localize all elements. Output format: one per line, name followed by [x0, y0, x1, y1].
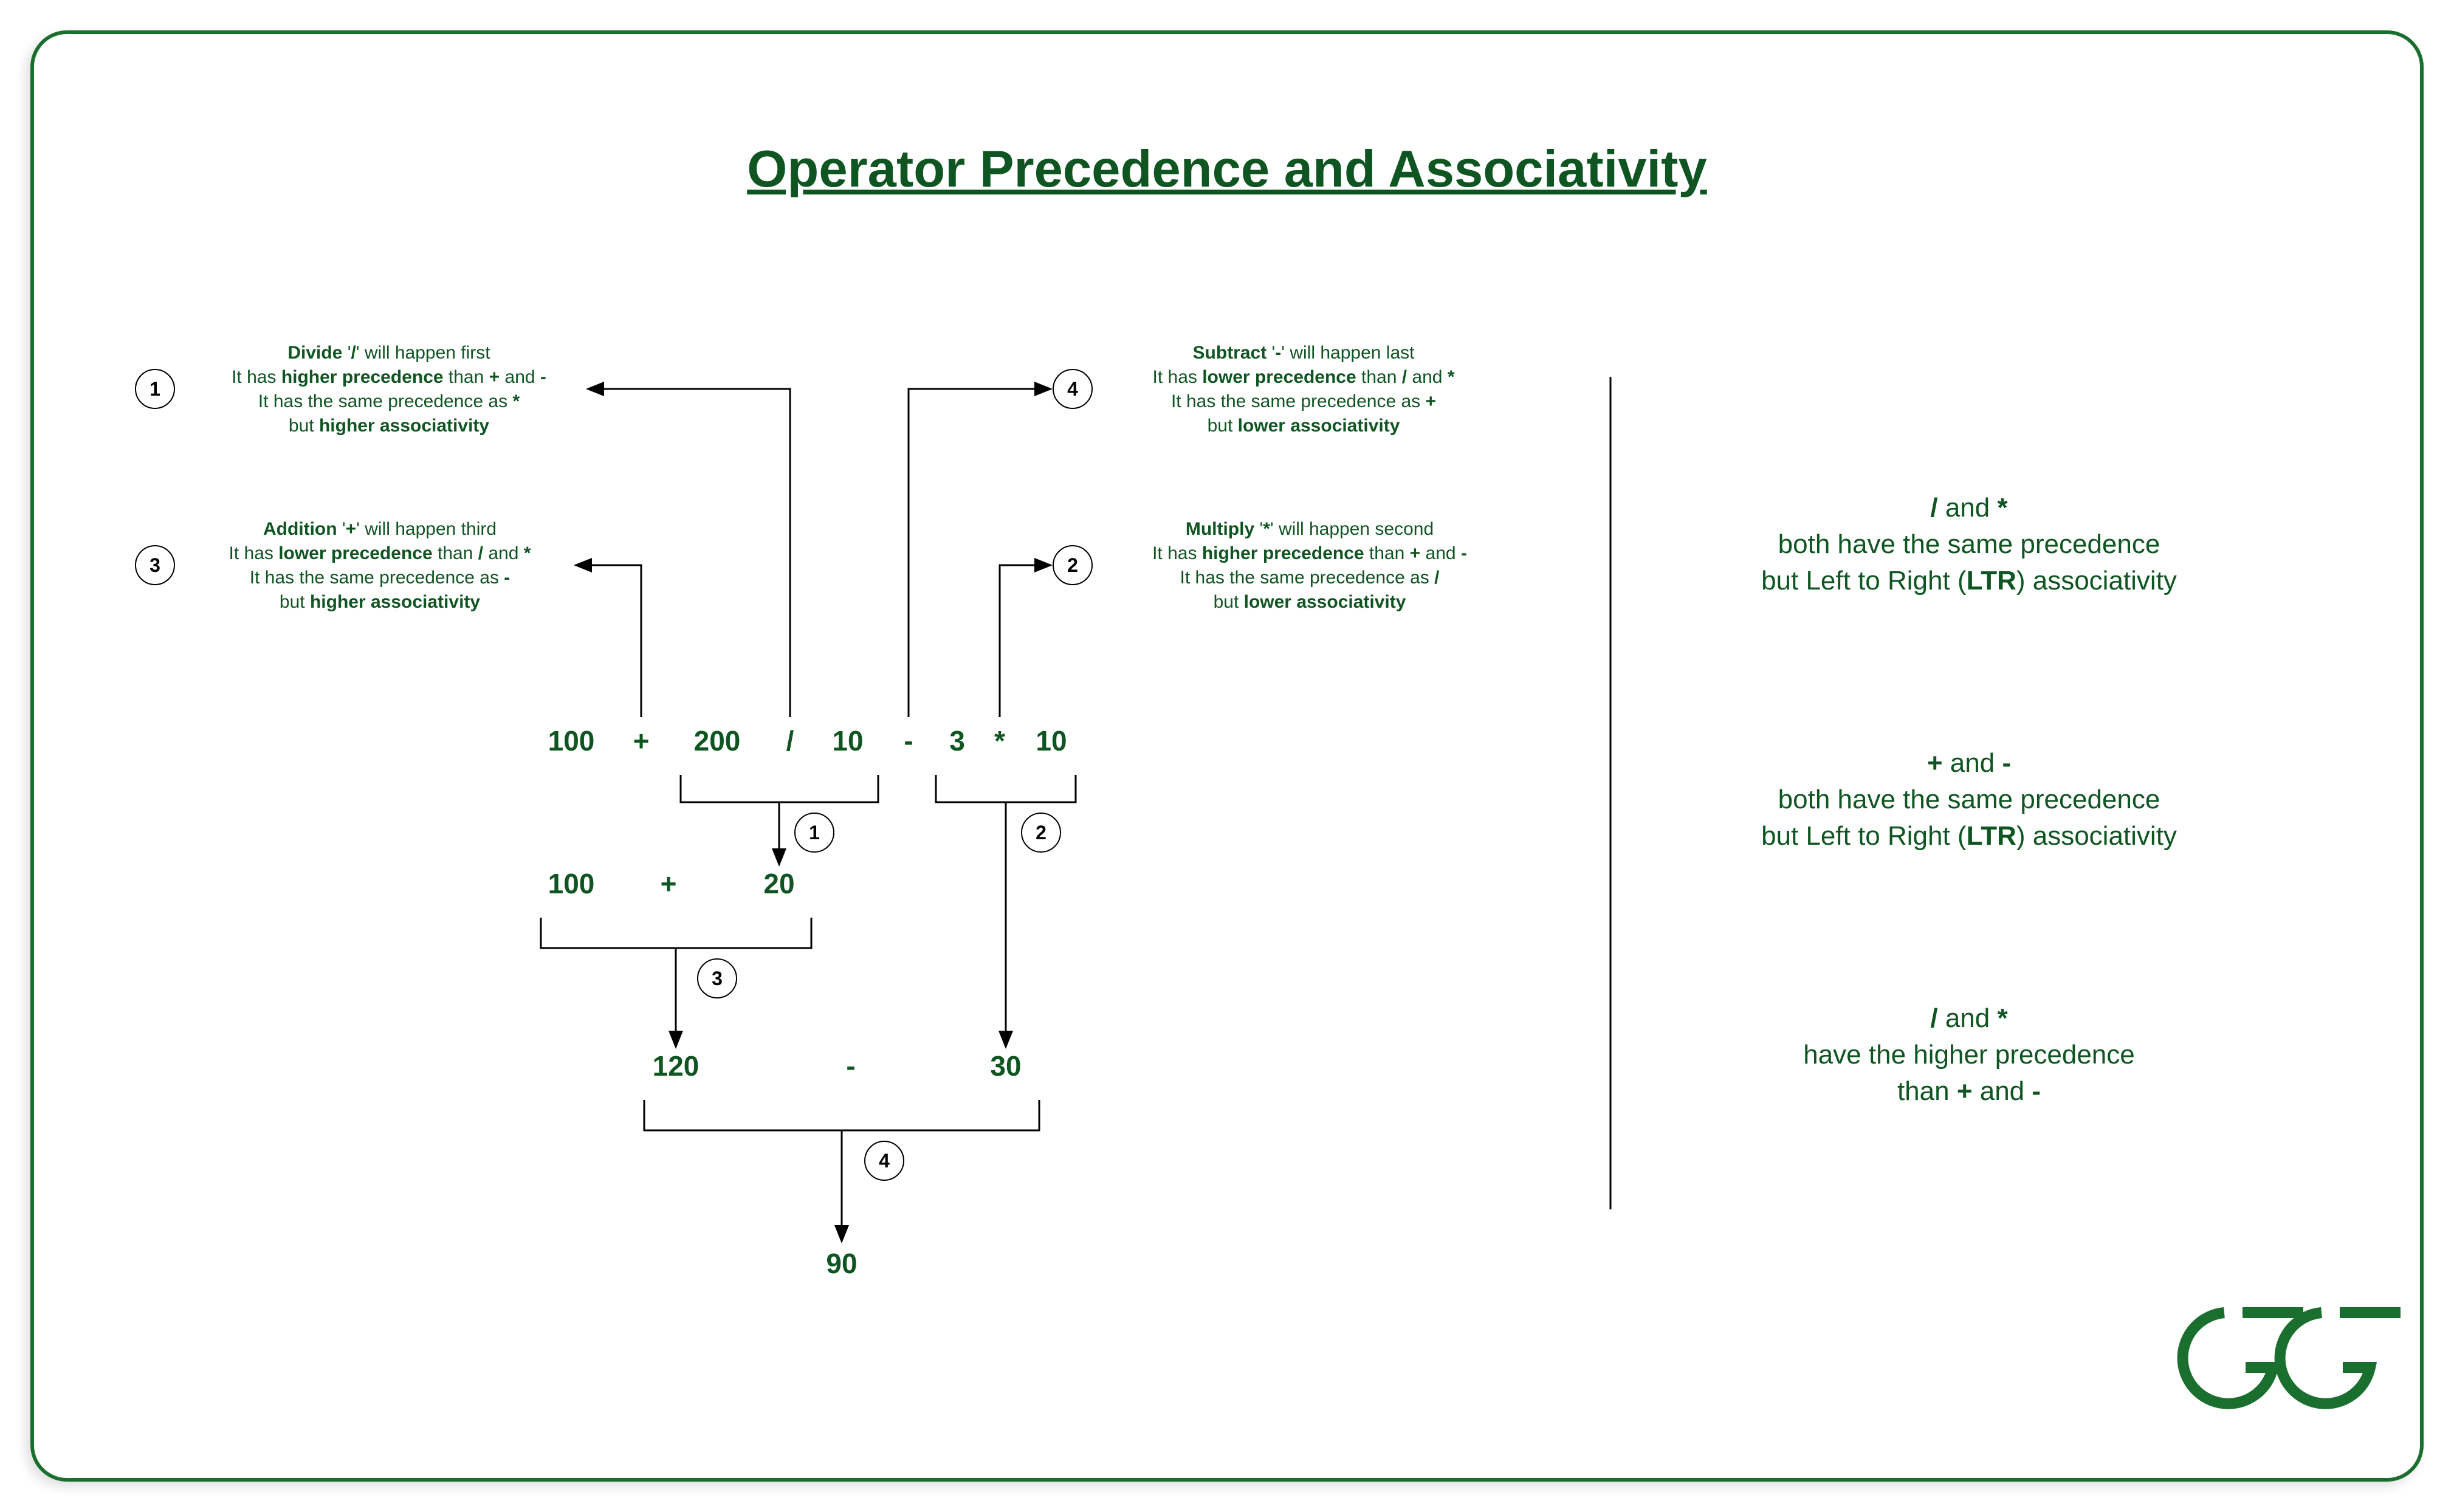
- ann3-l1: Addition '+' will happen third: [263, 519, 497, 539]
- ann2-l4: but lower associativity: [1214, 592, 1406, 612]
- s3-op: -: [846, 1050, 855, 1082]
- bracket-step2: [936, 775, 1076, 802]
- ann2-l2: It has higher precedence than + and -: [1152, 543, 1467, 563]
- sidebar-block-1: / and * both have the same precedence bu…: [1761, 493, 2177, 596]
- ann2-l3: It has the same precedence as /: [1180, 568, 1440, 588]
- ann4-num: 4: [1067, 378, 1078, 400]
- sb2-l2: both have the same precedence: [1778, 785, 2160, 814]
- sb1-l3: but Left to Right (LTR) associativity: [1761, 566, 2177, 596]
- bracket-step4: [644, 1100, 1039, 1130]
- ann2-arrow: [1000, 565, 1049, 717]
- annotation-2: 2 Multiply '*' will happen second It has…: [1000, 519, 1467, 717]
- s3-a: 120: [653, 1050, 699, 1082]
- ann4-l4: but lower associativity: [1208, 416, 1400, 436]
- sidebar-block-2: + and - both have the same precedence bu…: [1761, 748, 2177, 851]
- ann1-l1: Divide '/' will happen first: [287, 343, 490, 363]
- annotation-3: 3 Addition '+' will happen third It has …: [136, 519, 641, 717]
- ann4-arrow: [909, 389, 1049, 717]
- page: Operator Precedence and Associativity 10…: [0, 0, 2454, 1512]
- badge-step2-num: 2: [1036, 822, 1047, 844]
- sb1-l2: both have the same precedence: [1778, 529, 2160, 559]
- final-result: 90: [826, 1248, 857, 1279]
- badge-step3-num: 3: [712, 967, 723, 989]
- tok-10b: 10: [1036, 725, 1067, 757]
- bracket-step3: [541, 918, 811, 948]
- ann4-l1: Subtract '-' will happen last: [1193, 343, 1415, 363]
- ann3-arrow: [577, 565, 641, 717]
- sb3-l3: than + and -: [1897, 1076, 2041, 1106]
- tok-plus: +: [633, 725, 650, 757]
- sb1-l1: / and *: [1930, 493, 2008, 523]
- ann3-l3: It has the same precedence as -: [250, 568, 510, 588]
- tok-3: 3: [949, 725, 965, 757]
- tok-100: 100: [548, 725, 595, 757]
- tok-minus: -: [904, 725, 913, 757]
- s1-op: +: [661, 868, 677, 899]
- ann1-l4: but higher associativity: [289, 416, 489, 436]
- logo-icon: [2183, 1313, 2401, 1404]
- sb2-l1: + and -: [1927, 748, 2011, 778]
- diagram-canvas: 100 + 200 / 10 - 3 * 10 1 2 100 + 20 3 1…: [30, 30, 2424, 1482]
- ann3-l4: but higher associativity: [280, 592, 480, 612]
- bracket-step1: [681, 775, 878, 802]
- s1-a: 100: [548, 868, 595, 899]
- tok-200: 200: [694, 725, 741, 757]
- sb3-l2: have the higher precedence: [1803, 1040, 2135, 1070]
- sidebar-block-3: / and * have the higher precedence than …: [1803, 1003, 2135, 1106]
- tok-10a: 10: [832, 725, 863, 757]
- ann1-l2: It has higher precedence than + and -: [232, 367, 546, 387]
- s3-b: 30: [990, 1050, 1021, 1082]
- ann2-num: 2: [1067, 554, 1078, 576]
- ann1-l3: It has the same precedence as *: [258, 391, 520, 411]
- badge-step1-num: 1: [809, 822, 820, 844]
- tok-mul: *: [994, 725, 1005, 757]
- s1-b: 20: [763, 868, 794, 899]
- ann1-arrow: [589, 389, 790, 717]
- ann1-num: 1: [150, 378, 160, 400]
- tok-div: /: [786, 725, 794, 757]
- ann4-l2: It has lower precedence than / and *: [1153, 367, 1455, 387]
- ann4-l3: It has the same precedence as +: [1171, 391, 1436, 411]
- ann3-l2: It has lower precedence than / and *: [229, 543, 531, 563]
- sb2-l3: but Left to Right (LTR) associativity: [1761, 821, 2177, 851]
- badge-step4-num: 4: [879, 1150, 890, 1172]
- ann2-l1: Multiply '*' will happen second: [1186, 519, 1434, 539]
- ann3-num: 3: [150, 554, 160, 576]
- expression-row: 100 + 200 / 10 - 3 * 10: [548, 725, 1067, 757]
- sb3-l1: / and *: [1930, 1003, 2008, 1033]
